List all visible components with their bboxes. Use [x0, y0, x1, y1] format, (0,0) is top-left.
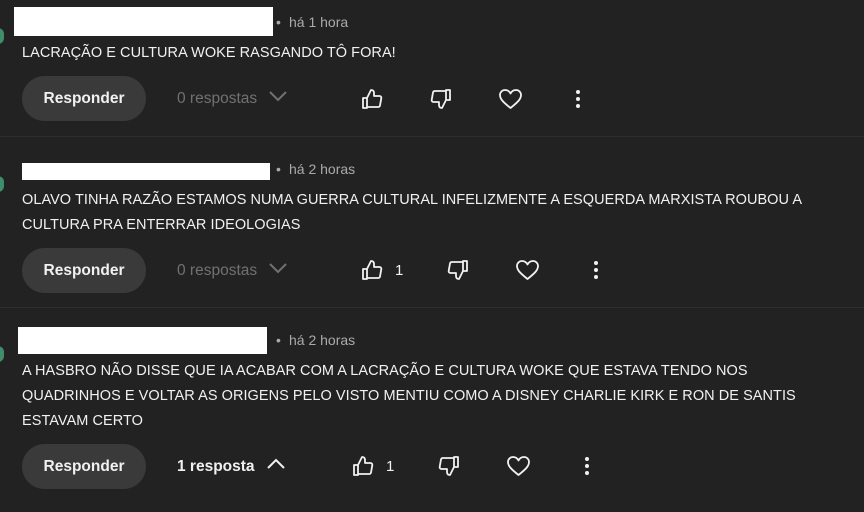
- like-count: 1: [386, 458, 395, 475]
- replies-toggle[interactable]: 1 resposta: [177, 457, 287, 476]
- more-vertical-icon[interactable]: [583, 456, 591, 476]
- heart-icon[interactable]: [506, 454, 531, 478]
- avatar[interactable]: [0, 346, 4, 362]
- replies-count-label: 1 resposta: [177, 457, 255, 475]
- chevron-up-icon: [265, 457, 287, 476]
- meta-separator: •: [276, 332, 281, 348]
- author-name-redacted[interactable]: [18, 327, 267, 354]
- comment: • há 2 horas A HASBRO NÃO DISSE QUE IA A…: [0, 0, 864, 512]
- reply-button[interactable]: Responder: [22, 444, 146, 489]
- thumb-up-icon[interactable]: [351, 454, 375, 478]
- reply-button-label: Responder: [43, 457, 125, 475]
- thumb-down-icon[interactable]: [437, 454, 461, 478]
- comment-text: A HASBRO NÃO DISSE QUE IA ACABAR COM A L…: [22, 363, 796, 429]
- comment-timestamp[interactable]: há 2 horas: [289, 332, 355, 348]
